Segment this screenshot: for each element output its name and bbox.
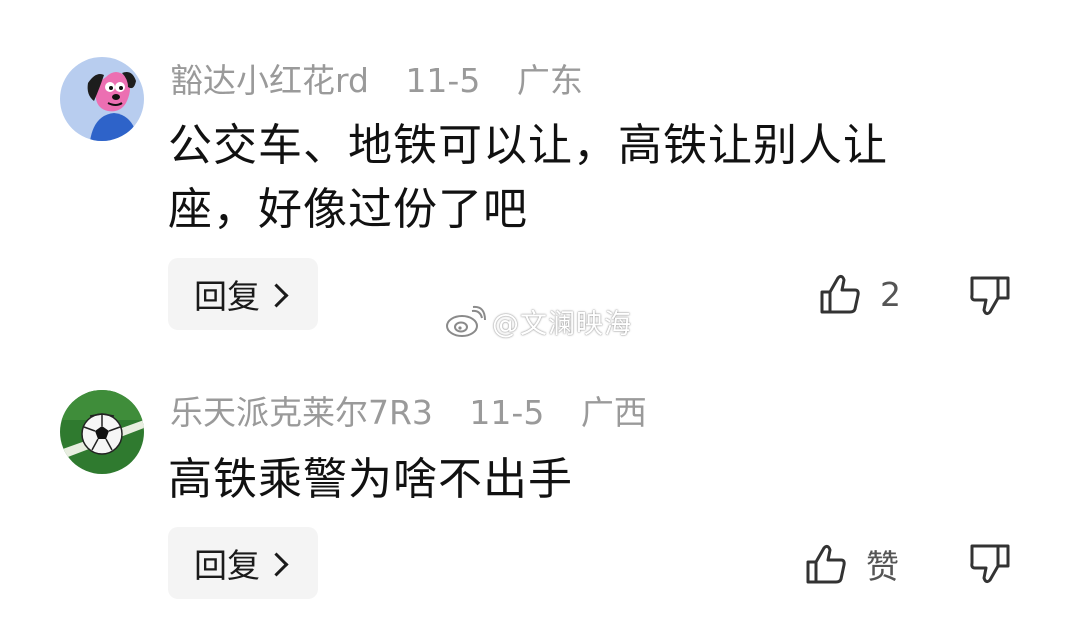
weibo-logo-icon [446,305,486,337]
watermark-text: @文澜映海 [492,309,632,340]
comment-date: 11-5 [405,61,481,100]
username[interactable]: 乐天派克莱尔7R3 [170,393,433,432]
like-button[interactable]: 赞 [804,540,899,588]
dislike-button[interactable] [968,542,1012,590]
reply-label: 回复 [194,277,260,316]
reply-label: 回复 [194,546,260,585]
thumbs-up-icon [820,274,860,314]
avatar[interactable] [60,390,144,474]
comment-meta: 乐天派克莱尔7R3 11-5 广西 [170,396,647,429]
thumbs-up-icon [806,544,846,584]
like-label: 赞 [866,547,899,586]
soccer-ball-avatar-icon [60,390,144,474]
avatar[interactable] [60,57,144,141]
reply-button[interactable]: 回复 [168,258,318,330]
comment-text: 公交车、地铁可以让，高铁让别人让座，好像过份了吧 [168,120,888,235]
watermark: @文澜映海 [444,302,632,341]
comment-text: 高铁乘警为啥不出手 [168,454,573,505]
username[interactable]: 豁达小红花rd [170,61,369,100]
like-count: 2 [880,274,901,314]
chevron-right-icon [264,551,289,577]
cartoon-dog-avatar-icon [60,57,144,141]
comment-location: 广东 [516,61,583,100]
dislike-button[interactable] [968,274,1012,322]
comment-location: 广西 [580,393,647,432]
thumbs-down-icon [970,544,1010,584]
reply-button[interactable]: 回复 [168,527,318,599]
chevron-right-icon [264,282,289,308]
like-button[interactable]: 2 [818,272,901,316]
thumbs-down-icon [970,276,1010,316]
comment-meta: 豁达小红花rd 11-5 广东 [170,64,583,97]
comment-date: 11-5 [469,393,545,432]
